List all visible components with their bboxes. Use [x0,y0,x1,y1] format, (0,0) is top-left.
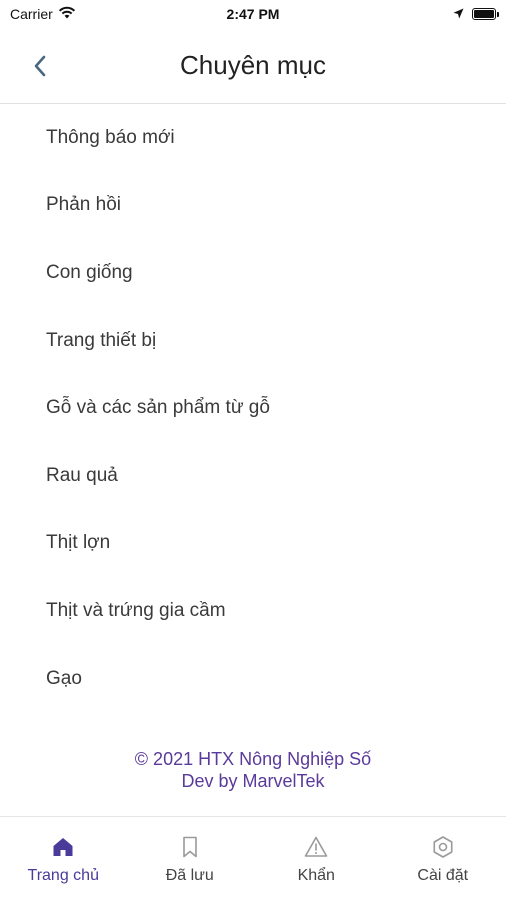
category-list: Thông báo mới Phản hồi Con giống Trang t… [0,104,506,712]
dev-credit-text: Dev by MarvelTek [181,771,325,791]
bookmark-icon [182,836,197,858]
tab-home-label: Trang chủ [27,867,99,884]
tab-bar: Trang chủ Đã lưu Khẩn Cài đặt [0,816,506,900]
battery-icon [472,8,499,20]
back-button[interactable] [20,46,60,86]
category-item-rau-qua[interactable]: Rau quả [0,442,506,510]
status-time: 2:47 PM [226,6,280,22]
page-title: Chuyên mục [180,50,326,80]
tab-urgent[interactable]: Khẩn [253,817,380,900]
settings-icon [433,836,453,858]
status-left: Carrier [10,6,76,22]
category-item-thong-bao-moi[interactable]: Thông báo mới [0,104,506,172]
category-item-thit-lon[interactable]: Thịt lợn [0,510,506,578]
tab-urgent-label: Khẩn [297,867,335,884]
tab-saved[interactable]: Đã lưu [127,817,254,900]
category-item-phan-hoi[interactable]: Phản hồi [0,172,506,240]
home-icon [53,838,73,856]
warning-icon [304,836,328,857]
footer: © 2021 HTX Nông Nghiệp Số Dev by MarvelT… [0,748,506,792]
tab-settings[interactable]: Cài đặt [380,817,506,900]
category-item-trang-thiet-bi[interactable]: Trang thiết bị [0,307,506,375]
nav-bar: Chuyên mục [0,28,506,104]
status-right [453,6,499,22]
tab-saved-label: Đã lưu [165,867,214,884]
chevron-left-icon [34,55,46,77]
category-item-go[interactable]: Gỗ và các sản phẩm từ gỗ [0,374,506,442]
tab-home[interactable]: Trang chủ [0,817,127,900]
category-item-thit-trung-gia-cam[interactable]: Thịt và trứng gia cầm [0,577,506,645]
wifi-icon [58,6,76,22]
status-bar: Carrier 2:47 PM [0,0,506,28]
copyright-text: © 2021 HTX Nông Nghiệp Số [134,749,372,769]
location-arrow-icon [453,6,464,22]
tab-settings-label: Cài đặt [417,867,469,884]
category-item-gao[interactable]: Gạo [0,645,506,713]
category-item-con-giong[interactable]: Con giống [0,239,506,307]
carrier-label: Carrier [10,6,53,22]
